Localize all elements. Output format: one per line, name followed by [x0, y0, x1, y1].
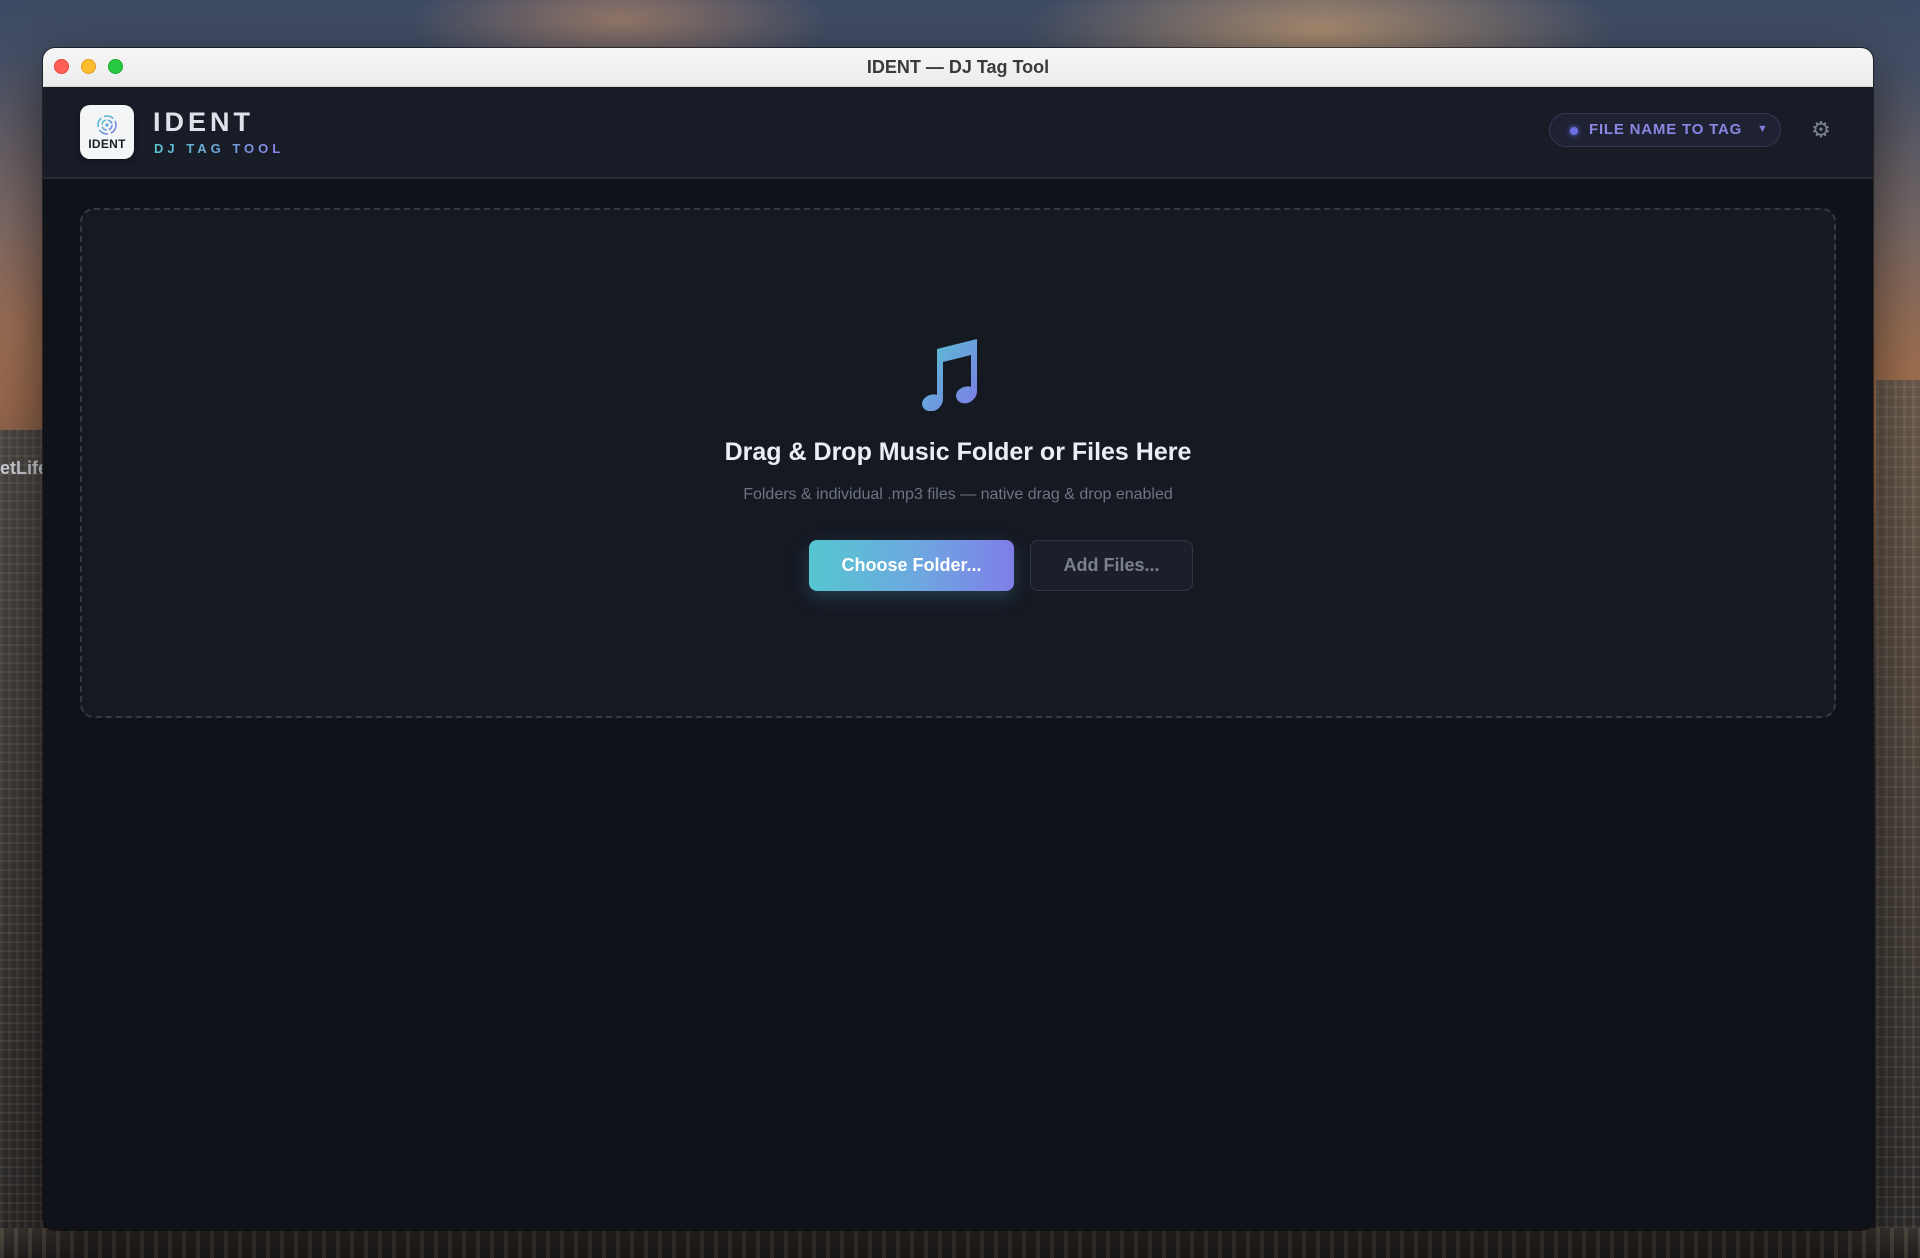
mode-selector-dropdown[interactable]: FILE NAME TO TAG ▼: [1549, 113, 1781, 147]
app-logo: IDENT: [80, 105, 134, 159]
wallpaper-skyline-bottom: [0, 1228, 1920, 1258]
chevron-down-icon: ▼: [1757, 123, 1768, 135]
gear-icon[interactable]: ⚙: [1807, 116, 1835, 144]
choose-folder-button[interactable]: Choose Folder...: [809, 540, 1014, 591]
logo-swirl-icon: [97, 115, 117, 135]
drop-zone-title: Drag & Drop Music Folder or Files Here: [724, 438, 1192, 466]
drop-zone[interactable]: Drag & Drop Music Folder or Files Here F…: [80, 208, 1836, 718]
app-header: IDENT IDENT DJ TAG TOOL FILE NAME TO TAG…: [43, 87, 1873, 179]
mode-status-dot-icon: [1570, 127, 1578, 135]
drop-zone-subtitle: Folders & individual .mp3 files — native…: [743, 486, 1173, 503]
app-window: IDENT — DJ Tag Tool IDENT IDENT DJ TAG T…: [43, 48, 1873, 1230]
wallpaper-building-right: [1876, 380, 1920, 1258]
brand-name: IDENT: [153, 107, 254, 137]
brand-tagline: DJ TAG TOOL: [154, 141, 285, 156]
window-title: IDENT — DJ Tag Tool: [866, 57, 1050, 77]
music-note-icon: [922, 339, 977, 411]
window-titlebar[interactable]: IDENT — DJ Tag Tool: [43, 48, 1873, 87]
logo-text: IDENT: [88, 137, 126, 151]
wallpaper-building-left: [0, 430, 44, 1258]
mode-selector-label: FILE NAME TO TAG: [1589, 121, 1743, 138]
add-files-button[interactable]: Add Files...: [1030, 540, 1193, 591]
wallpaper-sign-text: etLife: [0, 458, 49, 478]
